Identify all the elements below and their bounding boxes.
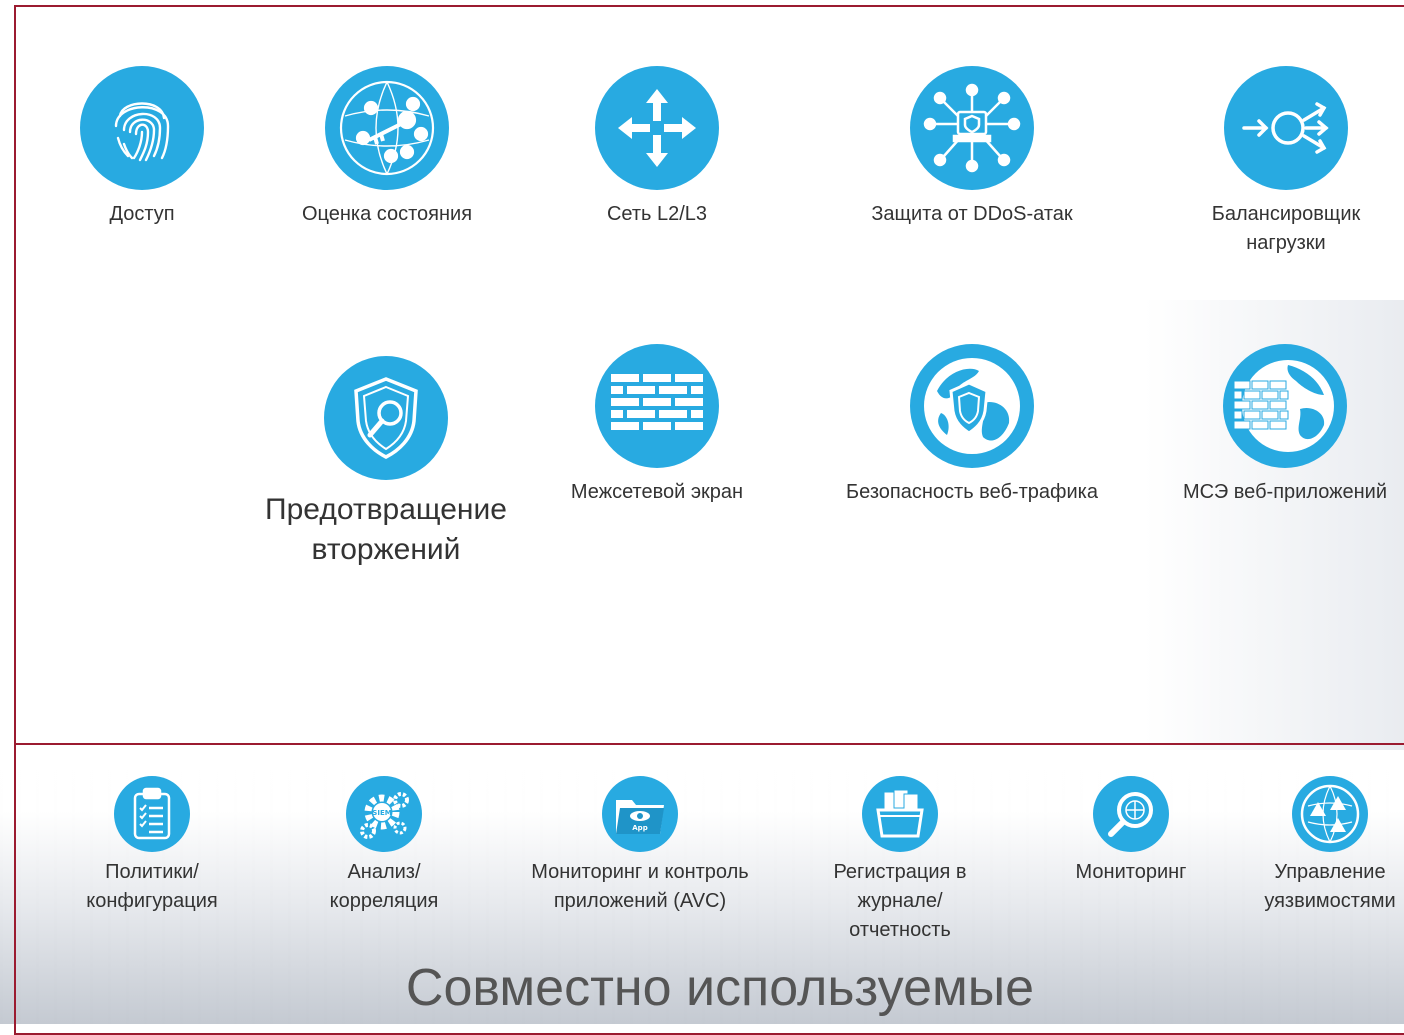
feature-label: Оценка состояния xyxy=(301,203,473,225)
feature-label: Безопасность веб-трафика xyxy=(846,481,1098,503)
ddos-network-icon xyxy=(910,66,1034,190)
feature-intrusion-prevention: Предотвращение вторжений xyxy=(236,356,536,570)
shared-monitoring: Мониторинг xyxy=(1046,776,1216,887)
router-arrows-icon xyxy=(595,66,719,190)
magnifier-globe-icon xyxy=(1093,776,1169,852)
load-balancer-icon xyxy=(1224,66,1348,190)
svg-text:SIEM: SIEM xyxy=(372,809,391,817)
feature-label: МСЭ веб-приложений xyxy=(1182,481,1388,503)
globe-wall-icon xyxy=(1223,344,1347,468)
shared-policies-configuration: Политики/ конфигурация xyxy=(64,776,240,916)
app-folder-eye-icon: App xyxy=(602,776,678,852)
feature-label: Межсетевой экран xyxy=(570,481,744,503)
feature-web-application-firewall: МСЭ веб-приложений xyxy=(1150,344,1404,507)
shared-logging-reporting: Регистрация в журнале/ отчетность xyxy=(810,776,990,945)
posture-globe-icon xyxy=(325,66,449,190)
shared-application-visibility-control: App Мониторинг и контроль приложений (AV… xyxy=(527,776,753,916)
feature-label: Защита от DDoS-атак xyxy=(871,203,1073,225)
shared-section-title: Совместно используемые xyxy=(405,959,1035,1017)
shared-label: Мониторинг и контроль приложений (AVC) xyxy=(531,861,749,912)
shared-label: Политики/ конфигурация xyxy=(86,861,218,912)
svg-text:App: App xyxy=(632,824,647,832)
clipboard-icon xyxy=(114,776,190,852)
feature-label: Доступ xyxy=(109,203,175,225)
shared-label: Управление уязвимостями xyxy=(1264,861,1396,912)
feature-ddos-protection: Защита от DDoS-атак xyxy=(832,66,1112,229)
feature-load-balancer: Балансировщик нагрузки xyxy=(1176,66,1396,258)
feature-label: Сеть L2/L3 xyxy=(606,203,708,225)
shared-analysis-correlation: SIEM Анализ/ корреляция xyxy=(296,776,472,916)
siem-gears-icon: SIEM xyxy=(346,776,422,852)
shared-vulnerability-management: Управление уязвимостями xyxy=(1240,776,1404,916)
feature-label: Балансировщик нагрузки xyxy=(1211,203,1361,254)
fingerprint-icon xyxy=(80,66,204,190)
feature-access: Доступ xyxy=(52,66,232,229)
section-divider xyxy=(14,743,1404,745)
feature-network-l2l3: Сеть L2/L3 xyxy=(567,66,747,229)
shield-magnifier-icon xyxy=(324,356,448,480)
feature-firewall: Межсетевой экран xyxy=(542,344,772,507)
globe-shield-icon xyxy=(910,344,1034,468)
shared-label: Мониторинг xyxy=(1075,861,1187,883)
shared-label: Регистрация в журнале/ отчетность xyxy=(833,861,967,941)
feature-web-security: Безопасность веб-трафика xyxy=(812,344,1132,507)
vulnerability-globe-icon xyxy=(1292,776,1368,852)
brick-wall-icon xyxy=(595,344,719,468)
documents-box-icon xyxy=(862,776,938,852)
feature-posture-assessment: Оценка состояния xyxy=(267,66,507,229)
feature-label: Предотвращение вторжений xyxy=(265,493,507,566)
shared-label: Анализ/ корреляция xyxy=(329,861,439,912)
